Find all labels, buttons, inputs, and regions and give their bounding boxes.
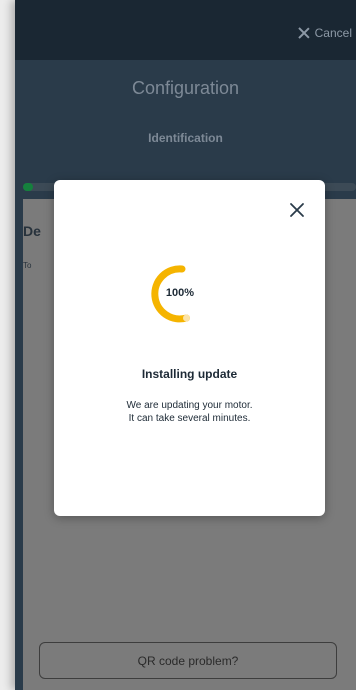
header: Configuration Identification [15,60,356,185]
progress-percent: 100% [165,287,195,299]
step-title: Identification [148,131,223,145]
modal-title: Installing update [141,367,238,381]
qr-code-problem-button[interactable]: QR code problem? [39,642,337,679]
cancel-label: Cancel [314,26,352,40]
close-icon[interactable] [287,200,307,220]
top-bar: Cancel [15,0,356,60]
update-modal: 100% Installing update We are updating y… [54,180,325,516]
progress-bar-fill [23,183,33,191]
page-title: Configuration [131,78,240,98]
progress-spinner: 100% [145,258,215,328]
modal-message-line-1: We are updating your motor. [126,400,253,411]
modal-message: We are updating your motor. It can take … [54,399,325,425]
cancel-button[interactable]: Cancel [298,24,352,42]
modal-message-line-2: It can take several minutes. [128,413,251,424]
qr-code-problem-label: QR code problem? [137,653,239,668]
close-icon [298,27,310,39]
